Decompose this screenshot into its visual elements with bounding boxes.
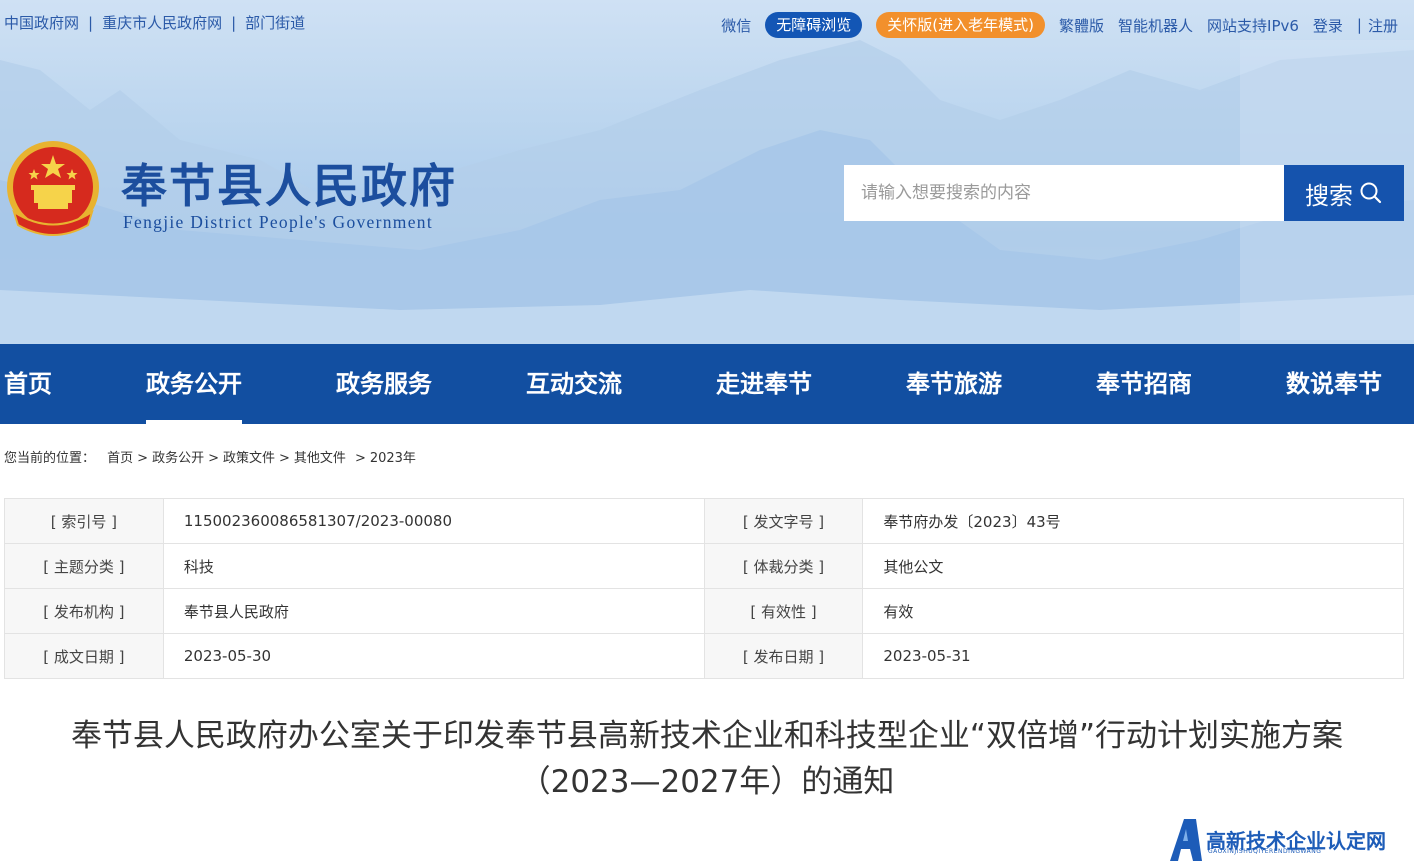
link-chongqing-gov[interactable]: 重庆市人民政府网 — [102, 14, 222, 32]
main-nav: 首页 政务公开 政务服务 互动交流 走进奉节 奉节旅游 奉节招商 数说奉节 — [0, 344, 1414, 424]
search-button[interactable]: 搜索 — [1284, 165, 1404, 221]
breadcrumb-year[interactable]: 2023年 — [370, 451, 416, 466]
breadcrumb-home[interactable]: 首页 — [107, 451, 133, 466]
nav-item-about-fengjie[interactable]: 走进奉节 — [716, 344, 812, 424]
nav-item-services[interactable]: 政务服务 — [336, 344, 432, 424]
table-row: [ 索引号 ] 11500236008658130​7/2023-00080 [… — [4, 498, 1404, 544]
meta-value: 奉节府办发〔2023〕43号 — [862, 498, 1404, 544]
meta-key: [ 发布机构 ] — [4, 588, 164, 634]
breadcrumb-separator: > — [137, 451, 149, 466]
nav-item-interaction[interactable]: 互动交流 — [526, 344, 622, 424]
nav-item-data[interactable]: 数说奉节 — [1286, 344, 1382, 424]
link-departments[interactable]: 部门街道 — [245, 14, 305, 32]
divider: | — [1356, 16, 1362, 34]
search-icon — [1360, 182, 1382, 204]
link-gov-cn[interactable]: 中国政府网 — [4, 14, 79, 32]
nav-item-gov-affairs[interactable]: 政务公开 — [146, 344, 242, 424]
meta-value: 2023-05-31 — [862, 633, 1404, 679]
login-link[interactable]: 登录 — [1313, 15, 1343, 36]
register-link[interactable]: 注册 — [1368, 15, 1398, 36]
meta-key: [ 主题分类 ] — [4, 543, 164, 589]
breadcrumb: 您当前的位置： 首页 > 政务公开 > 政策文件 > 其他文件 >2023年 — [4, 447, 416, 466]
watermark-logo-icon — [1170, 819, 1202, 861]
meta-value: 奉节县人民政府 — [162, 588, 705, 634]
top-links-left: 中国政府网 | 重庆市人民政府网 | 部门街道 — [4, 12, 305, 33]
header-banner: 中国政府网 | 重庆市人民政府网 | 部门街道 微信 无障碍浏览 关怀版(进入老年模式)… — [0, 0, 1414, 344]
meta-key: [ 体裁分类 ] — [703, 543, 864, 589]
search-button-label: 搜索 — [1305, 181, 1353, 210]
site-title[interactable]: 奉节县人民政府 — [121, 150, 457, 216]
table-row: [ 发布机构 ] 奉节县人民政府 [ 有效性 ] 有效 — [4, 588, 1404, 634]
elderly-mode-button[interactable]: 关怀版(进入老年模式) — [876, 12, 1045, 38]
breadcrumb-gov-affairs[interactable]: 政务公开 — [152, 451, 204, 466]
breadcrumb-separator: > — [208, 451, 219, 466]
nav-item-investment[interactable]: 奉节招商 — [1096, 344, 1192, 424]
meta-value: 其他公文 — [862, 543, 1404, 589]
breadcrumb-separator: > — [279, 451, 290, 466]
breadcrumb-policy-docs[interactable]: 政策文件 — [223, 451, 275, 466]
meta-value: 有效 — [862, 588, 1404, 634]
table-row: [ 主题分类 ] 科技 [ 体裁分类 ] 其他公文 — [4, 543, 1404, 589]
table-row: [ 成文日期 ] 2023-05-30 [ 发布日期 ] 2023-05-31 — [4, 633, 1404, 679]
top-links-right: 微信 无障碍浏览 关怀版(进入老年模式) 繁體版 智能机器人 网站支持IPv6 … — [707, 12, 1398, 38]
national-emblem-icon[interactable] — [4, 137, 102, 241]
accessible-browse-button[interactable]: 无障碍浏览 — [765, 12, 863, 38]
smart-robot-link[interactable]: 智能机器人 — [1118, 15, 1193, 36]
meta-key: [ 成文日期 ] — [4, 633, 164, 679]
document-title: 奉节县人民政府办公室关于印发奉节县高新技术企业和科技型企业“双倍增”行动计划实施… — [0, 713, 1414, 805]
search-input[interactable] — [844, 165, 1285, 221]
watermark-subtext: GAOXINJISHUQIYERENDINGWANG — [1208, 848, 1322, 855]
divider: | — [231, 14, 237, 32]
meta-value: 2023-05-30 — [162, 633, 705, 679]
meta-key: [ 索引号 ] — [4, 498, 164, 544]
nav-item-tourism[interactable]: 奉节旅游 — [906, 344, 1002, 424]
meta-key: [ 发文字号 ] — [703, 498, 864, 544]
document-title-line2: （2023—2027年）的通知 — [519, 764, 895, 800]
watermark: 高新技术企业认定网 GAOXINJISHUQIYERENDINGWANG — [1166, 815, 1414, 863]
meta-value: 科技 — [162, 543, 705, 589]
site-subtitle: Fengjie District People's Government — [123, 212, 433, 232]
meta-key: [ 有效性 ] — [703, 588, 864, 634]
meta-value: 11500236008658130​7/2023-00080 — [162, 498, 705, 544]
ipv6-link[interactable]: 网站支持IPv6 — [1207, 15, 1299, 36]
breadcrumb-prefix: 您当前的位置： — [4, 451, 96, 466]
wechat-link[interactable]: 微信 — [721, 15, 751, 36]
meta-key: [ 发布日期 ] — [703, 633, 864, 679]
document-meta-table: [ 索引号 ] 11500236008658130​7/2023-00080 [… — [4, 498, 1404, 679]
breadcrumb-separator: > — [354, 451, 366, 466]
breadcrumb-other-docs[interactable]: 其他文件 — [294, 451, 346, 466]
document-title-line1: 奉节县人民政府办公室关于印发奉节县高新技术企业和科技型企业“双倍增”行动计划实施… — [70, 718, 1344, 754]
traditional-chinese-link[interactable]: 繁體版 — [1059, 15, 1104, 36]
nav-item-home[interactable]: 首页 — [4, 344, 52, 424]
divider: | — [88, 14, 94, 32]
